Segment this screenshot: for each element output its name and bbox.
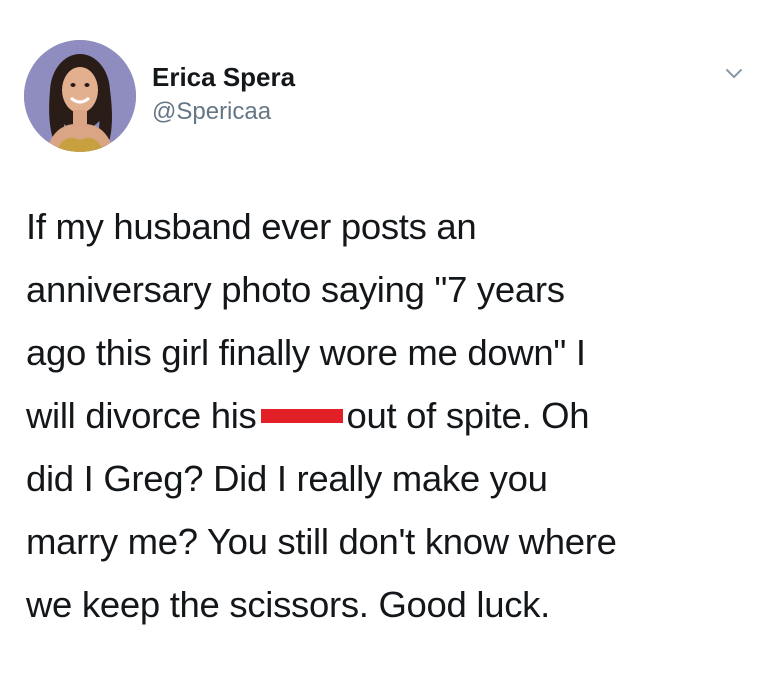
- display-name[interactable]: Erica Spera: [152, 62, 295, 93]
- tweet-line-segment: out of spite. Oh: [346, 395, 590, 436]
- tweet-line: did I Greg? Did I really make you: [26, 458, 548, 499]
- redaction-bar: [260, 409, 343, 424]
- tweet-line: will divorce his out of spite. Oh: [26, 384, 766, 447]
- tweet-line-segment: will divorce his: [26, 395, 257, 436]
- tweet-line: anniversary photo saying "7 years: [26, 269, 565, 310]
- chevron-down-icon[interactable]: [722, 64, 746, 84]
- user-handle[interactable]: @Spericaa: [152, 98, 271, 126]
- tweet-line: ago this girl finally wore me down" I: [26, 332, 586, 373]
- tweet-text: If my husband ever posts an anniversary …: [26, 195, 766, 636]
- avatar-photo: [24, 40, 136, 152]
- avatar[interactable]: [24, 40, 136, 152]
- tweet-line: we keep the scissors. Good luck.: [26, 584, 550, 625]
- tweet-card: Erica Spera @Spericaa If my husband ever…: [0, 0, 780, 674]
- tweet-line: marry me? You still don't know where: [26, 521, 617, 562]
- tweet-line: If my husband ever posts an: [26, 206, 477, 247]
